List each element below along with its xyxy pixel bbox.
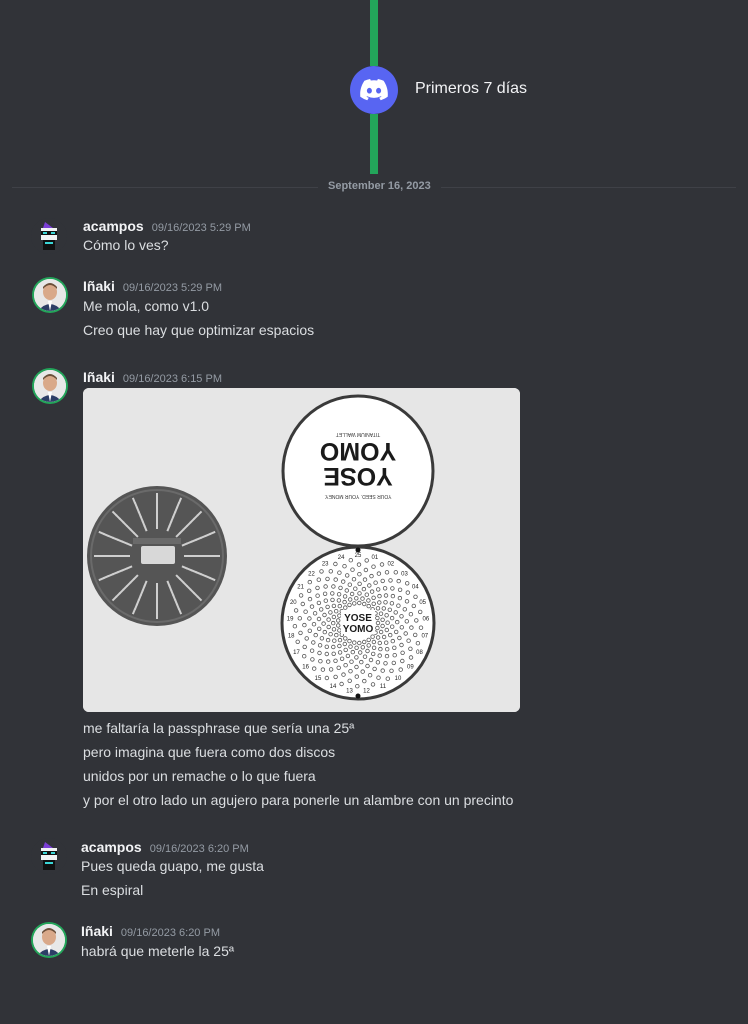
message-text: me faltaría la passphrase que sería una … <box>83 720 355 736</box>
message-header: Iñaki 09/16/2023 6:20 PM <box>81 923 220 941</box>
wallet-disc-spiral: 25 24 23 22 21 20 19 18 17 16 15 14 13 12 11 10 09 08 07 06… <box>280 545 436 701</box>
spiral-number: 06 <box>423 617 430 623</box>
timestamp: 09/16/2023 5:29 PM <box>151 222 251 234</box>
avatar-inaki[interactable] <box>31 922 67 958</box>
spiral-number: 07 <box>421 634 428 640</box>
spiral-number: 25 <box>355 553 362 559</box>
spiral-number: 02 <box>387 561 394 567</box>
spiral-number: 04 <box>412 585 419 591</box>
logo-line2: YOMO <box>320 437 396 465</box>
timestamp: 09/16/2023 6:15 PM <box>122 373 222 385</box>
timestamp: 09/16/2023 6:20 PM <box>120 927 220 939</box>
timeline-line-bottom <box>370 114 378 174</box>
logo-tagline-bottom: TITANIUM WALLET <box>336 431 380 437</box>
message-text: pero imagina que fuera como dos discos <box>83 744 336 760</box>
spiral-logo-line1: YOSE <box>344 613 372 624</box>
timeline-line-top <box>370 0 378 66</box>
image-attachment[interactable]: YOSE YOMO YOUR SEED. YOUR MONEY. TITANIU… <box>83 388 520 712</box>
spoke-mark <box>214 555 220 557</box>
spiral-number: 15 <box>315 676 322 682</box>
message-header: acampos 09/16/2023 6:20 PM <box>81 839 249 857</box>
username[interactable]: Iñaki <box>83 369 115 385</box>
date-divider-label: September 16, 2023 <box>318 180 441 192</box>
message-header: acampos 09/16/2023 5:29 PM <box>83 218 251 236</box>
logo-tagline-top: YOUR SEED. YOUR MONEY. <box>324 493 391 499</box>
spiral-number: 05 <box>419 600 426 606</box>
username[interactable]: Iñaki <box>83 278 115 294</box>
avatar-inaki[interactable] <box>32 277 68 313</box>
username[interactable]: acampos <box>83 218 144 234</box>
message-header: Iñaki 09/16/2023 6:15 PM <box>83 369 222 387</box>
spiral-number: 03 <box>401 571 408 577</box>
spiral-number: 08 <box>416 650 423 656</box>
wallet-disc-back <box>87 486 227 626</box>
spiral-number: 20 <box>290 600 297 606</box>
discord-logo-icon <box>350 66 398 114</box>
message-text: Cómo lo ves? <box>83 237 169 253</box>
username[interactable]: acampos <box>81 839 142 855</box>
timestamp: 09/16/2023 5:29 PM <box>122 282 222 294</box>
milestone-label: Primeros 7 días <box>415 80 528 97</box>
spiral-logo-line2: YOMO <box>343 624 374 635</box>
spiral-number: 12 <box>363 689 370 695</box>
timestamp: 09/16/2023 6:20 PM <box>149 843 249 855</box>
wallet-disc-lid: YOSE YOMO YOUR SEED. YOUR MONEY. TITANIU… <box>281 394 435 548</box>
spoke-mark <box>156 613 158 619</box>
message-text: habrá que meterle la 25ª <box>81 943 235 959</box>
spiral-number: 01 <box>372 555 379 561</box>
message-text: unidos por un remache o lo que fuera <box>83 768 316 784</box>
avatar-inaki[interactable] <box>32 368 68 404</box>
spiral-number: 14 <box>330 684 337 690</box>
spiral-number: 19 <box>287 617 294 623</box>
message-text: Me mola, como v1.0 <box>83 298 210 314</box>
username[interactable]: Iñaki <box>81 923 113 939</box>
avatar-acampos[interactable] <box>31 838 67 874</box>
spiral-number: 16 <box>302 664 309 670</box>
logo-line1: YOSE <box>323 462 392 490</box>
spiral-number: 21 <box>297 585 304 591</box>
spiral-number: 17 <box>293 650 300 656</box>
spiral-number: 11 <box>380 684 387 690</box>
spiral-number: 10 <box>395 676 402 682</box>
spiral-number: 18 <box>288 634 295 640</box>
spiral-number: 22 <box>308 571 315 577</box>
spiral-number: 23 <box>322 561 329 567</box>
avatar-acampos[interactable] <box>31 218 67 254</box>
message-text: y por el otro lado un agujero para poner… <box>83 792 514 808</box>
spiral-number: 13 <box>346 689 353 695</box>
spoke-mark <box>94 555 100 557</box>
spoke-mark <box>156 493 158 499</box>
spiral-number: 24 <box>338 555 345 561</box>
spiral-number: 09 <box>407 664 414 670</box>
message-header: Iñaki 09/16/2023 5:29 PM <box>83 278 222 296</box>
message-text: En espiral <box>81 882 144 898</box>
message-text: Creo que hay que optimizar espacios <box>83 322 315 338</box>
message-text: Pues queda guapo, me gusta <box>81 858 264 874</box>
